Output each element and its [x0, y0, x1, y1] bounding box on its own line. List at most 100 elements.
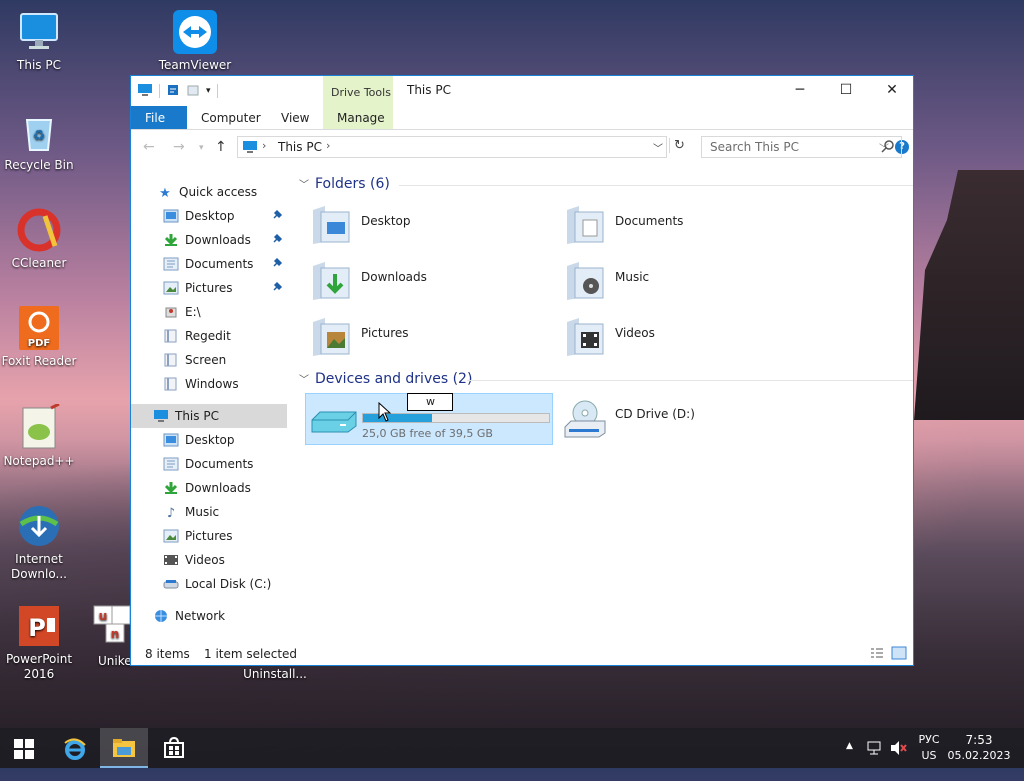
- taskbar-store[interactable]: [150, 728, 198, 768]
- nav-qa-screen[interactable]: Screen: [131, 348, 287, 372]
- downloads-folder-icon: [309, 258, 353, 302]
- desktop-icon-teamviewer[interactable]: TeamViewer: [156, 8, 234, 73]
- nav-pc-pictures[interactable]: Pictures: [131, 524, 287, 548]
- clock-time: 7:53: [965, 733, 993, 747]
- up-arrow-icon[interactable]: ↑: [215, 139, 227, 155]
- maximize-button[interactable]: ☐: [823, 76, 869, 105]
- tab-view[interactable]: View: [267, 106, 323, 130]
- nav-pc-downloads[interactable]: Downloads: [131, 476, 287, 500]
- nav-this-pc[interactable]: This PC: [131, 404, 287, 428]
- tab-computer[interactable]: Computer: [187, 106, 275, 130]
- folder-tile[interactable]: Music: [559, 254, 809, 306]
- pin-icon[interactable]: [271, 281, 283, 293]
- ccleaner-icon: [15, 206, 63, 254]
- volume-muted-icon[interactable]: [890, 740, 908, 780]
- search-input[interactable]: Search This PC: [701, 136, 902, 158]
- start-button[interactable]: [0, 728, 48, 768]
- nav-qa-downloads[interactable]: Downloads: [131, 228, 287, 252]
- pin-icon[interactable]: [271, 233, 283, 245]
- local-disk-c-tile[interactable]: w 25,0 GB free of 39,5 GB: [305, 393, 553, 445]
- folders-group-header[interactable]: ﹀ Folders (6): [299, 176, 913, 192]
- nav-pc-videos[interactable]: Videos: [131, 548, 287, 572]
- tab-manage[interactable]: Manage: [323, 106, 399, 130]
- nav-quick-access[interactable]: ★ Quick access: [131, 180, 287, 204]
- maximize-icon: ☐: [839, 82, 853, 98]
- desktop-icon-ccleaner[interactable]: CCleaner: [0, 206, 78, 271]
- videos-folder-icon: [563, 314, 607, 358]
- close-button[interactable]: ✕: [869, 76, 915, 105]
- nav-qa-documents[interactable]: Documents: [131, 252, 287, 276]
- properties-icon[interactable]: [166, 83, 180, 100]
- explorer-window[interactable]: ▾ Drive Tools This PC ─ ☐ ✕ File Compute…: [130, 75, 914, 666]
- language-indicator[interactable]: РУС US: [914, 728, 944, 768]
- nav-qa-regedit[interactable]: Regedit: [131, 324, 287, 348]
- taskbar-file-explorer[interactable]: [100, 728, 148, 768]
- nav-label: Pictures: [185, 281, 233, 295]
- folder-tile[interactable]: Documents: [559, 198, 809, 250]
- desktop-icon-label: Internet Downlo...: [11, 552, 67, 581]
- address-dropdown-icon[interactable]: ﹀: [653, 140, 663, 155]
- notepad-plus-plus-icon: [15, 402, 63, 452]
- nav-pc-desktop[interactable]: Desktop: [131, 428, 287, 452]
- clock[interactable]: 7:53 05.02.2023: [946, 728, 1012, 768]
- toolbar-separator: [216, 84, 218, 98]
- refresh-icon[interactable]: ↻: [669, 138, 685, 153]
- desktop-icon-recycle-bin[interactable]: ♻ Recycle Bin: [0, 108, 78, 173]
- folder-tile[interactable]: Videos: [559, 310, 809, 362]
- desktop-icon-notepadpp[interactable]: Notepad++: [0, 402, 78, 469]
- desktop-icon-uninstall[interactable]: Uninstall...: [236, 667, 314, 682]
- nav-label: Desktop: [185, 209, 235, 223]
- recent-locations-chevron-icon[interactable]: ▾: [199, 143, 204, 153]
- show-hidden-icons-icon[interactable]: ▲: [846, 741, 853, 781]
- forward-arrow-icon[interactable]: →: [173, 139, 185, 155]
- details-view-icon[interactable]: [869, 646, 885, 663]
- pin-icon[interactable]: [271, 209, 283, 221]
- nav-qa-e-drive[interactable]: E:\: [131, 300, 287, 324]
- cd-drive-icon: [563, 397, 607, 441]
- desktop-icon-label: This PC: [17, 58, 61, 72]
- taskbar-internet-explorer[interactable]: [50, 728, 98, 768]
- nav-qa-desktop[interactable]: Desktop: [131, 204, 287, 228]
- nav-label: Windows: [185, 377, 239, 391]
- nav-pc-music[interactable]: ♪ Music: [131, 500, 287, 524]
- group-title: Folders (6): [315, 176, 390, 192]
- new-folder-icon[interactable]: [186, 83, 200, 100]
- title-bar[interactable]: ▾ Drive Tools This PC ─ ☐ ✕: [131, 76, 915, 130]
- customize-dropdown-icon[interactable]: ▾: [206, 86, 211, 96]
- nav-qa-windows[interactable]: Windows: [131, 372, 287, 396]
- window-title: This PC: [407, 83, 451, 97]
- nav-qa-pictures[interactable]: Pictures: [131, 276, 287, 300]
- large-icons-view-icon[interactable]: [891, 646, 907, 663]
- disk-usage-fill: [363, 414, 432, 422]
- minimize-button[interactable]: ─: [777, 76, 823, 105]
- cd-drive-d-tile[interactable]: CD Drive (D:): [559, 393, 809, 445]
- collapse-chevron-icon: ﹀: [299, 375, 309, 386]
- internet-explorer-icon: [63, 737, 87, 764]
- network-tray-icon[interactable]: [866, 740, 882, 780]
- back-arrow-icon[interactable]: ←: [143, 139, 155, 155]
- desktop-icon-label: Recycle Bin: [4, 158, 74, 172]
- address-bar[interactable]: › This PC › ﹀ ↻: [237, 136, 685, 158]
- breadcrumb[interactable]: This PC: [278, 140, 322, 154]
- group-title: Devices and drives (2): [315, 371, 473, 387]
- monitor-icon: [15, 8, 63, 56]
- rename-input[interactable]: w: [407, 393, 453, 411]
- desktop-icon-label: Notepad++: [3, 454, 75, 468]
- powerpoint-icon: P: [15, 602, 63, 650]
- pin-icon[interactable]: [271, 257, 283, 269]
- folder-tile[interactable]: Pictures: [305, 310, 555, 362]
- desktop-icon-idm[interactable]: Internet Downlo...: [0, 502, 78, 582]
- desktop-icon-powerpoint[interactable]: P PowerPoint 2016: [0, 602, 78, 682]
- folder-tile[interactable]: Downloads: [305, 254, 555, 306]
- desktop-icon-foxit[interactable]: PDF Foxit Reader: [0, 304, 78, 369]
- nav-label: Screen: [185, 353, 227, 367]
- folder-tile[interactable]: Desktop: [305, 198, 555, 250]
- breadcrumb-separator-icon[interactable]: ›: [326, 139, 330, 152]
- devices-group-header[interactable]: ﹀ Devices and drives (2): [299, 371, 913, 387]
- tab-file[interactable]: File: [131, 106, 187, 130]
- nav-pc-documents[interactable]: Documents: [131, 452, 287, 476]
- nav-pc-local-disk[interactable]: Local Disk (C:): [131, 572, 287, 596]
- minimize-icon: ─: [795, 82, 805, 98]
- nav-network[interactable]: Network: [131, 604, 287, 628]
- desktop-icon-this-pc[interactable]: This PC: [0, 8, 78, 73]
